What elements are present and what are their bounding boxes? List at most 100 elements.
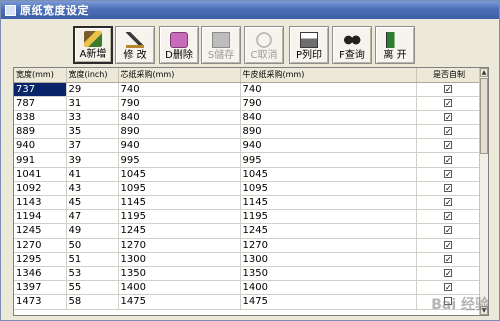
cell-self-made[interactable]: ✓ [416,209,481,225]
cell-kraft-paper[interactable]: 1350 [240,266,417,282]
cell-kraft-paper[interactable]: 1475 [240,294,417,310]
cell-core-paper[interactable]: 1145 [118,195,241,211]
cell-core-paper[interactable]: 740 [118,82,241,97]
cell-width-mm[interactable]: 889 [14,124,67,140]
add-button[interactable]: A新增 [73,26,113,64]
cell-self-made[interactable]: ✓ [416,167,481,182]
cell-width-inch[interactable]: 37 [66,138,119,154]
cell-self-made[interactable]: ✓ [416,138,481,154]
self-made-checkbox[interactable]: ✓ [444,240,452,249]
cancel-button[interactable]: C取消 [244,26,284,64]
cell-self-made[interactable]: ✓ [416,266,481,282]
table-row[interactable]: 1194 47 1195 1195 ✓ [14,209,481,225]
cell-width-mm[interactable]: 1245 [14,223,67,239]
data-grid[interactable]: 宽度(mm) 宽度(inch) 芯纸采购(mm) 牛皮纸采购(mm) 是否自制 … [13,67,489,316]
cell-width-inch[interactable]: 58 [66,294,119,310]
cell-kraft-paper[interactable]: 940 [240,138,417,154]
cell-width-inch[interactable]: 53 [66,266,119,282]
exit-button[interactable]: 离 开 [375,26,415,64]
table-row[interactable]: 838 33 840 840 ✓ [14,110,481,126]
self-made-checkbox[interactable]: ✓ [444,84,452,93]
scrollbar-thumb[interactable] [480,78,488,154]
cell-self-made[interactable]: ✓ [416,238,481,253]
cell-width-mm[interactable]: 838 [14,110,67,126]
table-row[interactable]: 1346 53 1350 1350 ✓ [14,266,481,282]
cell-core-paper[interactable]: 1350 [118,266,241,282]
table-row[interactable]: 737 29 740 740 ✓ [14,82,481,97]
cell-kraft-paper[interactable]: 1145 [240,195,417,211]
print-button[interactable]: P列印 [289,26,329,64]
cell-self-made[interactable]: ✓ [416,223,481,239]
self-made-checkbox[interactable]: ✓ [444,155,452,164]
scroll-up-arrow-icon[interactable]: ▲ [480,68,488,77]
cell-kraft-paper[interactable]: 1400 [240,280,417,296]
cell-kraft-paper[interactable]: 995 [240,152,417,168]
table-row[interactable]: 1397 55 1400 1400 ✓ [14,280,481,296]
self-made-checkbox[interactable]: ✓ [444,183,452,192]
column-header-core-paper[interactable]: 芯纸采购(mm) [118,68,241,83]
self-made-checkbox[interactable]: ✓ [444,212,452,221]
vertical-scrollbar[interactable]: ▲ ▼ [479,68,488,315]
self-made-checkbox[interactable]: ✓ [444,98,452,107]
cell-core-paper[interactable]: 940 [118,138,241,154]
cell-width-inch[interactable]: 50 [66,238,119,253]
cell-width-inch[interactable]: 49 [66,223,119,239]
cell-core-paper[interactable]: 995 [118,152,241,168]
cell-self-made[interactable]: ✓ [416,252,481,267]
cell-kraft-paper[interactable]: 740 [240,82,417,97]
cell-core-paper[interactable]: 1095 [118,181,241,197]
cell-width-inch[interactable]: 51 [66,252,119,267]
table-row[interactable]: 1473 58 1475 1475 [14,294,481,310]
cell-width-inch[interactable]: 43 [66,181,119,197]
cell-kraft-paper[interactable]: 1245 [240,223,417,239]
cell-width-mm[interactable]: 1346 [14,266,67,282]
cell-core-paper[interactable]: 1300 [118,252,241,267]
delete-button[interactable]: D删除 [159,26,199,64]
cell-width-mm[interactable]: 1092 [14,181,67,197]
cell-width-mm[interactable]: 1295 [14,252,67,267]
cell-self-made[interactable]: ✓ [416,181,481,197]
table-row[interactable]: 889 35 890 890 ✓ [14,124,481,140]
cell-kraft-paper[interactable]: 890 [240,124,417,140]
cell-width-mm[interactable]: 1041 [14,167,67,182]
table-row[interactable]: 1295 51 1300 1300 ✓ [14,252,481,267]
cell-kraft-paper[interactable]: 1095 [240,181,417,197]
self-made-checkbox[interactable]: ✓ [444,226,452,235]
column-header-width-mm[interactable]: 宽度(mm) [14,68,67,83]
self-made-checkbox[interactable]: ✓ [444,127,452,136]
table-row[interactable]: 940 37 940 940 ✓ [14,138,481,154]
cell-width-mm[interactable]: 1473 [14,294,67,310]
cell-kraft-paper[interactable]: 1195 [240,209,417,225]
cell-width-inch[interactable]: 47 [66,209,119,225]
cell-core-paper[interactable]: 1245 [118,223,241,239]
cell-width-inch[interactable]: 55 [66,280,119,296]
table-row[interactable]: 1143 45 1145 1145 ✓ [14,195,481,211]
table-row[interactable]: 1041 41 1045 1045 ✓ [14,167,481,182]
cell-kraft-paper[interactable]: 790 [240,96,417,111]
cell-width-inch[interactable]: 33 [66,110,119,126]
cell-self-made[interactable]: ✓ [416,96,481,111]
table-row[interactable]: 1245 49 1245 1245 ✓ [14,223,481,239]
cell-width-inch[interactable]: 29 [66,82,119,97]
cell-width-mm[interactable]: 787 [14,96,67,111]
self-made-checkbox[interactable]: ✓ [444,198,452,207]
cell-width-mm[interactable]: 1143 [14,195,67,211]
self-made-checkbox[interactable]: ✓ [444,254,452,263]
cell-width-inch[interactable]: 39 [66,152,119,168]
cell-width-inch[interactable]: 35 [66,124,119,140]
cell-width-mm[interactable]: 1194 [14,209,67,225]
column-header-kraft-paper[interactable]: 牛皮纸采购(mm) [240,68,417,83]
column-header-self-made[interactable]: 是否自制 [416,68,481,83]
cell-kraft-paper[interactable]: 840 [240,110,417,126]
self-made-checkbox[interactable]: ✓ [444,283,452,292]
table-row[interactable]: 1092 43 1095 1095 ✓ [14,181,481,197]
cell-self-made[interactable]: ✓ [416,110,481,126]
table-row[interactable]: 991 39 995 995 ✓ [14,152,481,168]
cell-width-inch[interactable]: 45 [66,195,119,211]
cell-self-made[interactable]: ✓ [416,124,481,140]
query-button[interactable]: F查询 [332,26,372,64]
cell-self-made[interactable]: ✓ [416,195,481,211]
table-row[interactable]: 1270 50 1270 1270 ✓ [14,238,481,253]
cell-core-paper[interactable]: 1475 [118,294,241,310]
table-row[interactable]: 787 31 790 790 ✓ [14,96,481,111]
